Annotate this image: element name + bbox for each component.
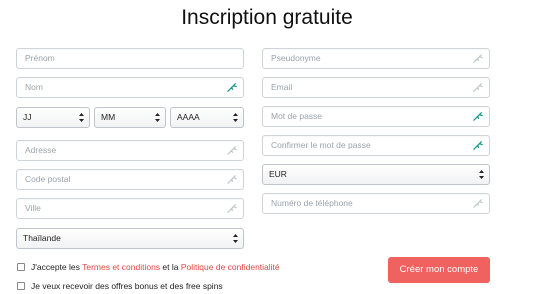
postal-code-placeholder: Code postal — [25, 174, 71, 184]
birth-day-value: JJ — [23, 112, 32, 122]
confirm-password-placeholder: Confirmer le mot de passe — [271, 140, 371, 150]
last-name-field[interactable]: Nom — [16, 77, 244, 98]
offers-checkbox[interactable] — [17, 282, 25, 290]
page-title: Inscription gratuite — [181, 6, 353, 29]
first-name-field[interactable]: Prénom — [16, 48, 244, 69]
birth-day-select[interactable]: JJ — [16, 107, 90, 128]
phone-placeholder: Numéro de téléphone — [271, 198, 353, 208]
confirm-password-field[interactable]: Confirmer le mot de passe — [262, 135, 490, 156]
country-value: Thaïlande — [23, 233, 61, 243]
city-placeholder: Ville — [25, 203, 41, 213]
autofill-key-icon[interactable] — [227, 174, 238, 185]
select-arrows-icon — [479, 170, 484, 179]
select-arrows-icon — [233, 113, 238, 122]
phone-field[interactable]: Numéro de téléphone — [262, 193, 490, 214]
first-name-placeholder: Prénom — [25, 53, 55, 63]
currency-select[interactable]: EUR — [262, 164, 490, 185]
autofill-key-icon[interactable] — [473, 198, 484, 209]
terms-middle: et la — [162, 262, 179, 272]
select-arrows-icon — [233, 234, 238, 243]
privacy-link[interactable]: Politique de confidentialité — [181, 262, 280, 272]
birth-month-value: MM — [101, 112, 116, 122]
autofill-key-icon[interactable] — [227, 203, 238, 214]
offers-label: Je veux recevoir des offres bonus et des… — [31, 281, 223, 291]
create-account-button[interactable]: Créer mon compte — [388, 257, 490, 283]
birth-year-value: AAAA — [177, 112, 200, 122]
autofill-key-icon[interactable] — [473, 53, 484, 64]
password-field[interactable]: Mot de passe — [262, 106, 490, 127]
birth-year-select[interactable]: AAAA — [170, 107, 244, 128]
autofill-key-icon[interactable] — [473, 111, 484, 122]
username-placeholder: Pseudonyme — [271, 53, 321, 63]
terms-checkbox[interactable] — [17, 263, 25, 271]
terms-link[interactable]: Termes et conditions — [82, 262, 160, 272]
autofill-key-icon[interactable] — [227, 145, 238, 156]
username-field[interactable]: Pseudonyme — [262, 48, 490, 69]
address-placeholder: Adresse — [25, 145, 57, 155]
select-arrows-icon — [155, 113, 160, 122]
autofill-key-icon[interactable] — [227, 82, 238, 93]
autofill-key-icon[interactable] — [473, 140, 484, 151]
birth-month-select[interactable]: MM — [94, 107, 166, 128]
terms-prefix: J'accepte les — [31, 262, 80, 272]
terms-text: J'accepte les Termes et conditions et la… — [31, 261, 280, 273]
currency-value: EUR — [269, 169, 287, 179]
autofill-key-icon[interactable] — [473, 82, 484, 93]
select-arrows-icon — [79, 113, 84, 122]
postal-code-field[interactable]: Code postal — [16, 169, 244, 190]
last-name-placeholder: Nom — [25, 82, 43, 92]
email-placeholder: Email — [271, 82, 293, 92]
country-select[interactable]: Thaïlande — [16, 228, 244, 249]
city-field[interactable]: Ville — [16, 198, 244, 219]
password-placeholder: Mot de passe — [271, 111, 323, 121]
address-field[interactable]: Adresse — [16, 140, 244, 161]
email-field[interactable]: Email — [262, 77, 490, 98]
